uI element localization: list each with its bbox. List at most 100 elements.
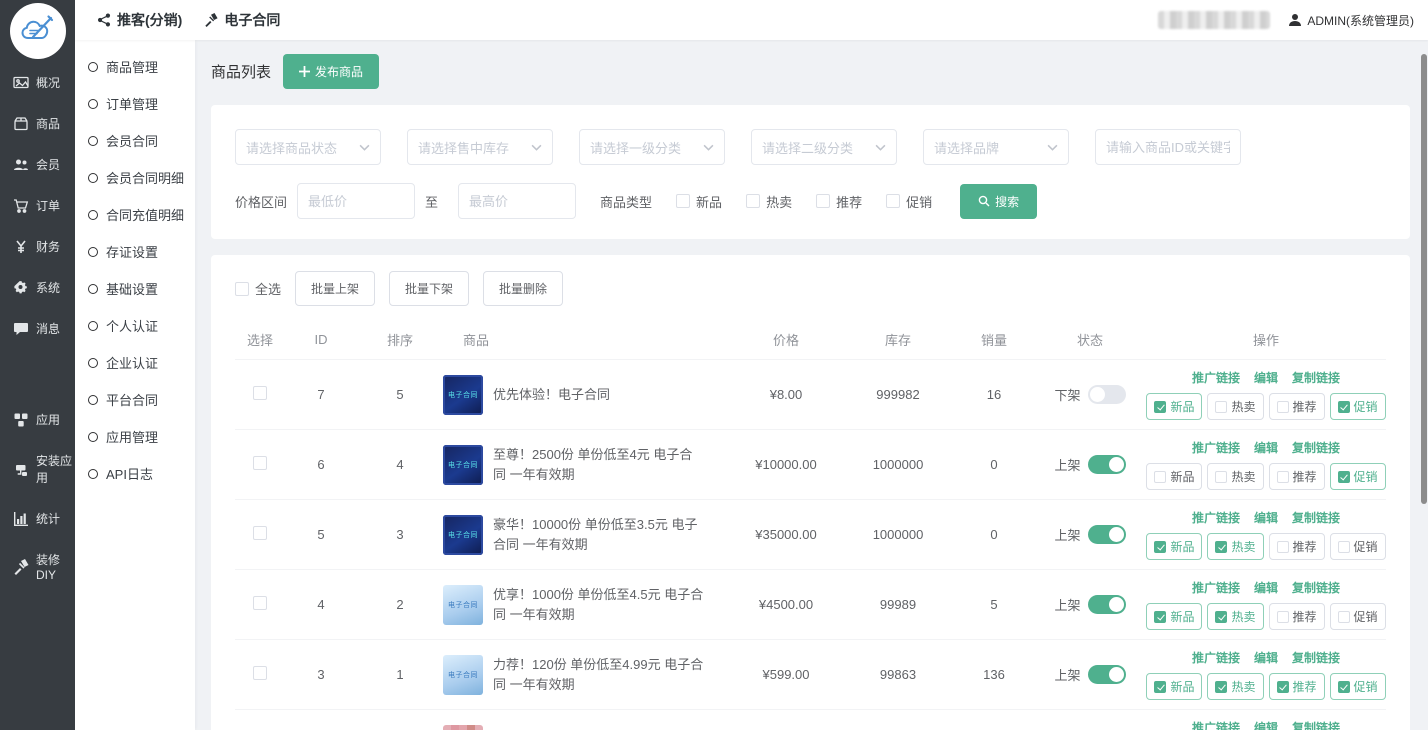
edit-link[interactable]: 编辑 [1254,439,1278,456]
product-thumbnail[interactable]: 电子合同 [443,585,483,625]
promo-link[interactable]: 推广链接 [1192,649,1240,666]
promo-link[interactable]: 推广链接 [1192,439,1240,456]
sidebar-item-9[interactable]: 统计 [0,498,75,539]
tag-toggle-button[interactable]: 推荐 [1269,673,1325,700]
tag-toggle-button[interactable]: 新品 [1146,533,1202,560]
copy-link[interactable]: 复制链接 [1292,719,1340,730]
edit-link[interactable]: 编辑 [1254,369,1278,386]
product-type-checkbox[interactable]: 新品 [676,192,722,211]
tag-toggle-button[interactable]: 热卖 [1207,533,1263,560]
filter-select[interactable]: 请选择售中库存 [407,129,553,165]
vertical-scrollbar[interactable] [1420,40,1428,730]
row-checkbox[interactable] [253,386,267,400]
filter-select[interactable]: 请选择品牌 [923,129,1069,165]
price-min-input[interactable] [297,183,415,219]
tag-toggle-button[interactable]: 新品 [1146,603,1202,630]
filter-select[interactable]: 请选择商品状态 [235,129,381,165]
copy-link[interactable]: 复制链接 [1292,439,1340,456]
sidebar-item-8[interactable]: 安装应用 [0,440,75,498]
select-all-checkbox[interactable]: 全选 [235,279,281,298]
row-checkbox[interactable] [253,596,267,610]
copy-link[interactable]: 复制链接 [1292,369,1340,386]
scrollbar-thumb[interactable] [1421,54,1427,504]
product-title[interactable]: 豪华！10000份 单份低至3.5元 电子合同 一年有效期 [493,515,704,554]
tag-toggle-button[interactable]: 推荐 [1269,463,1325,490]
tag-toggle-button[interactable]: 热卖 [1207,673,1263,700]
sidebar-item-1[interactable]: 商品 [0,103,75,144]
submenu-item[interactable]: 企业认证 [75,344,195,381]
batch-action-button[interactable]: 批量删除 [483,271,563,306]
sidebar-item-7[interactable]: 应用 [0,399,75,440]
promo-link[interactable]: 推广链接 [1192,719,1240,730]
tag-toggle-button[interactable]: 推荐 [1269,393,1325,420]
edit-link[interactable]: 编辑 [1254,649,1278,666]
promo-link[interactable]: 推广链接 [1192,579,1240,596]
submenu-item[interactable]: 存证设置 [75,233,195,270]
copy-link[interactable]: 复制链接 [1292,509,1340,526]
sidebar-item-4[interactable]: 财务 [0,226,75,267]
edit-link[interactable]: 编辑 [1254,579,1278,596]
submenu-item[interactable]: 应用管理 [75,418,195,455]
publish-product-button[interactable]: 发布商品 [283,54,379,89]
product-type-checkbox[interactable]: 促销 [886,192,932,211]
batch-action-button[interactable]: 批量下架 [389,271,469,306]
promo-link[interactable]: 推广链接 [1192,509,1240,526]
sidebar-item-3[interactable]: 订单 [0,185,75,226]
batch-action-button[interactable]: 批量上架 [295,271,375,306]
status-toggle[interactable] [1088,385,1126,404]
row-checkbox[interactable] [253,456,267,470]
sidebar-item-0[interactable]: 概况 [0,62,75,103]
promo-link[interactable]: 推广链接 [1192,369,1240,386]
admin-user-menu[interactable]: ADMIN(系统管理员) [1288,12,1414,29]
tag-toggle-button[interactable]: 促销 [1330,673,1386,700]
product-thumbnail[interactable] [443,725,483,730]
submenu-item[interactable]: 会员合同明细 [75,159,195,196]
sidebar-item-6[interactable]: 消息 [0,308,75,349]
sidebar-item-10[interactable]: 装修DIY [0,539,75,594]
product-title[interactable]: 优先体验！电子合同 [493,385,610,405]
submenu-item[interactable]: 个人认证 [75,307,195,344]
product-thumbnail[interactable]: 电子合同 [443,375,483,415]
tag-toggle-button[interactable]: 促销 [1330,393,1386,420]
filter-select[interactable]: 请选择一级分类 [579,129,725,165]
tag-toggle-button[interactable]: 热卖 [1207,463,1263,490]
tag-toggle-button[interactable]: 促销 [1330,463,1386,490]
product-title[interactable]: 至尊！2500份 单份低至4元 电子合同 一年有效期 [493,445,704,484]
status-toggle[interactable] [1088,525,1126,544]
product-type-checkbox[interactable]: 推荐 [816,192,862,211]
submenu-item[interactable]: 合同充值明细 [75,196,195,233]
row-checkbox[interactable] [253,526,267,540]
tag-toggle-button[interactable]: 推荐 [1269,603,1325,630]
tag-toggle-button[interactable]: 新品 [1146,393,1202,420]
price-max-input[interactable] [458,183,576,219]
sidebar-item-2[interactable]: 会员 [0,144,75,185]
submenu-item[interactable]: 基础设置 [75,270,195,307]
tag-toggle-button[interactable]: 热卖 [1207,603,1263,630]
edit-link[interactable]: 编辑 [1254,719,1278,730]
row-checkbox[interactable] [253,666,267,680]
submenu-item[interactable]: 商品管理 [75,48,195,85]
sidebar-item-5[interactable]: 系统 [0,267,75,308]
tag-toggle-button[interactable]: 新品 [1146,673,1202,700]
submenu-item[interactable]: 订单管理 [75,85,195,122]
tab-distribution[interactable]: 推客(分销) [97,10,182,30]
submenu-item[interactable]: 平台合同 [75,381,195,418]
filter-select[interactable]: 请选择二级分类 [751,129,897,165]
tag-toggle-button[interactable]: 新品 [1146,463,1202,490]
product-thumbnail[interactable]: 电子合同 [443,515,483,555]
tag-toggle-button[interactable]: 热卖 [1207,393,1263,420]
copy-link[interactable]: 复制链接 [1292,649,1340,666]
status-toggle[interactable] [1088,455,1126,474]
submenu-item[interactable]: 会员合同 [75,122,195,159]
submenu-item[interactable]: API日志 [75,455,195,492]
product-thumbnail[interactable]: 电子合同 [443,655,483,695]
product-thumbnail[interactable]: 电子合同 [443,445,483,485]
product-type-checkbox[interactable]: 热卖 [746,192,792,211]
product-title[interactable]: 力荐！120份 单份低至4.99元 电子合同 一年有效期 [493,655,704,694]
app-logo[interactable] [0,0,75,62]
edit-link[interactable]: 编辑 [1254,509,1278,526]
status-toggle[interactable] [1088,665,1126,684]
status-toggle[interactable] [1088,595,1126,614]
copy-link[interactable]: 复制链接 [1292,579,1340,596]
tag-toggle-button[interactable]: 促销 [1330,603,1386,630]
